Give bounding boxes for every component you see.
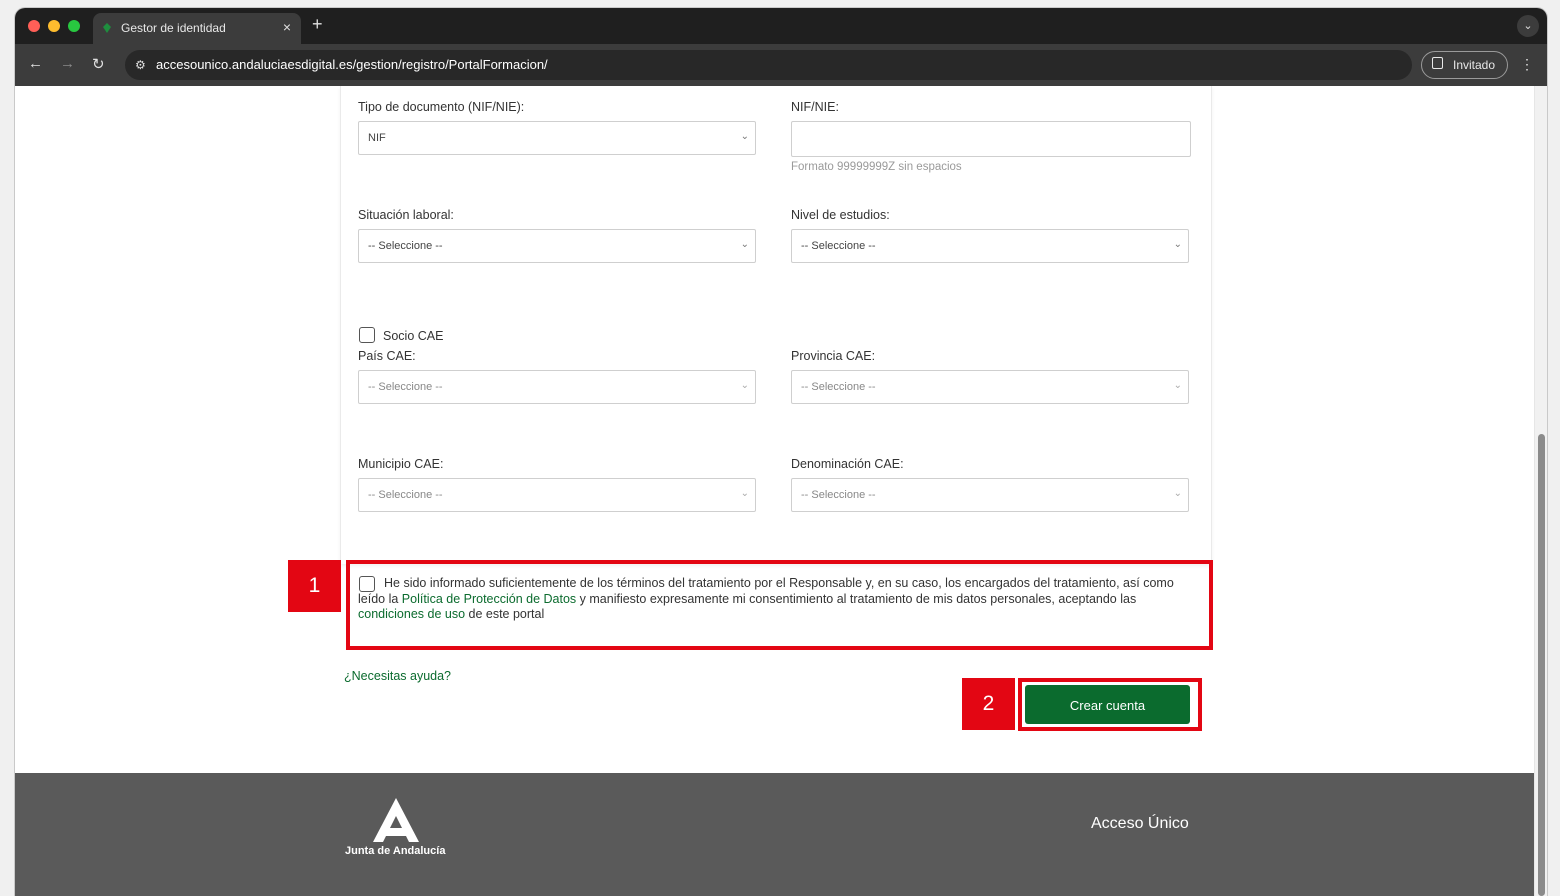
pais-select[interactable]: -- Seleccione -- ⌄ xyxy=(358,370,756,404)
doc-type-select[interactable]: NIF ⌄ xyxy=(358,121,756,155)
junta-logo-icon xyxy=(373,798,419,842)
denominacion-select[interactable]: -- Seleccione -- ⌄ xyxy=(791,478,1189,512)
nivel-value: -- Seleccione -- xyxy=(801,240,876,252)
pais-label: País CAE: xyxy=(358,349,416,363)
terms-of-use-link[interactable]: condiciones de uso xyxy=(358,607,465,621)
nif-input[interactable] xyxy=(791,121,1191,157)
denominacion-label: Denominación CAE: xyxy=(791,457,904,471)
consent-text: He sido informado suficientemente de los… xyxy=(358,576,1188,623)
pais-value: -- Seleccione -- xyxy=(368,381,443,393)
logo-text: Junta de Andalucía xyxy=(345,845,446,857)
new-tab-button[interactable]: + xyxy=(312,14,323,35)
maximize-window-button[interactable] xyxy=(68,20,80,32)
privacy-policy-link[interactable]: Política de Protección de Datos xyxy=(402,592,576,606)
profile-label: Invitado xyxy=(1453,58,1496,72)
minimize-window-button[interactable] xyxy=(48,20,60,32)
nif-label: NIF/NIE: xyxy=(791,100,839,114)
chevron-down-icon: ⌄ xyxy=(740,131,749,142)
annotation-marker-2: 2 xyxy=(962,678,1015,730)
address-bar[interactable]: ⚙ accesounico.andaluciaesdigital.es/gest… xyxy=(125,50,1412,80)
consent-text-part-3: de este portal xyxy=(465,607,545,621)
chevron-down-icon: ⌄ xyxy=(740,380,749,391)
provincia-select[interactable]: -- Seleccione -- ⌄ xyxy=(791,370,1189,404)
back-icon[interactable]: ← xyxy=(28,55,43,72)
annotation-marker-1: 1 xyxy=(288,560,341,612)
tab-search-icon[interactable]: ⌄ xyxy=(1517,15,1539,37)
tab-title: Gestor de identidad xyxy=(121,21,226,35)
municipio-value: -- Seleccione -- xyxy=(368,489,443,501)
chevron-down-icon: ⌄ xyxy=(1173,380,1182,391)
profile-icon xyxy=(1432,57,1443,69)
scrollbar-thumb[interactable] xyxy=(1538,434,1545,896)
nivel-label: Nivel de estudios: xyxy=(791,208,890,222)
socio-cae-checkbox[interactable] xyxy=(359,327,375,343)
socio-cae-label: Socio CAE xyxy=(383,329,444,343)
situacion-select[interactable]: -- Seleccione -- ⌄ xyxy=(358,229,756,263)
denominacion-value: -- Seleccione -- xyxy=(801,489,876,501)
favicon-icon xyxy=(103,23,111,33)
kebab-menu-icon[interactable]: ⋮ xyxy=(1520,56,1534,73)
create-account-button[interactable]: Crear cuenta xyxy=(1025,685,1190,724)
chevron-down-icon: ⌄ xyxy=(740,239,749,250)
page-content: Tipo de documento (NIF/NIE): NIF ⌄ NIF/N… xyxy=(15,86,1534,896)
browser-toolbar: ← → ↻ ⚙ accesounico.andaluciaesdigital.e… xyxy=(15,44,1547,86)
close-window-button[interactable] xyxy=(28,20,40,32)
municipio-select[interactable]: -- Seleccione -- ⌄ xyxy=(358,478,756,512)
forward-icon[interactable]: → xyxy=(60,55,75,72)
footer-brand: Acceso Único xyxy=(1091,815,1189,832)
chevron-down-icon: ⌄ xyxy=(1173,488,1182,499)
tab-close-icon[interactable]: × xyxy=(283,19,291,35)
tab-strip: Gestor de identidad × + ⌄ xyxy=(15,8,1547,44)
site-settings-icon[interactable]: ⚙ xyxy=(135,58,146,72)
situacion-value: -- Seleccione -- xyxy=(368,240,443,252)
doc-type-value: NIF xyxy=(368,132,386,144)
chevron-down-icon: ⌄ xyxy=(1173,239,1182,250)
browser-window: Gestor de identidad × + ⌄ ← → ↻ ⚙ acceso… xyxy=(15,8,1547,896)
junta-andalucia-logo: Junta de Andalucía xyxy=(345,798,445,868)
municipio-label: Municipio CAE: xyxy=(358,457,444,471)
consent-text-part-2: y manifiesto expresamente mi consentimie… xyxy=(576,591,1137,606)
footer: Junta de Andalucía Acceso Único xyxy=(15,773,1534,896)
url-text[interactable]: accesounico.andaluciaesdigital.es/gestio… xyxy=(156,57,548,72)
page-scrollbar[interactable] xyxy=(1534,86,1547,896)
chevron-down-icon: ⌄ xyxy=(740,488,749,499)
provincia-value: -- Seleccione -- xyxy=(801,381,876,393)
reload-icon[interactable]: ↻ xyxy=(92,55,105,73)
tab-gestor-identidad[interactable]: Gestor de identidad × xyxy=(93,13,301,44)
profile-button[interactable]: Invitado xyxy=(1421,51,1508,79)
nif-hint: Formato 99999999Z sin espacios xyxy=(791,161,962,173)
provincia-label: Provincia CAE: xyxy=(791,349,876,363)
situacion-label: Situación laboral: xyxy=(358,208,454,222)
doc-type-label: Tipo de documento (NIF/NIE): xyxy=(358,100,525,114)
help-link[interactable]: ¿Necesitas ayuda? xyxy=(344,669,451,683)
nivel-select[interactable]: -- Seleccione -- ⌄ xyxy=(791,229,1189,263)
